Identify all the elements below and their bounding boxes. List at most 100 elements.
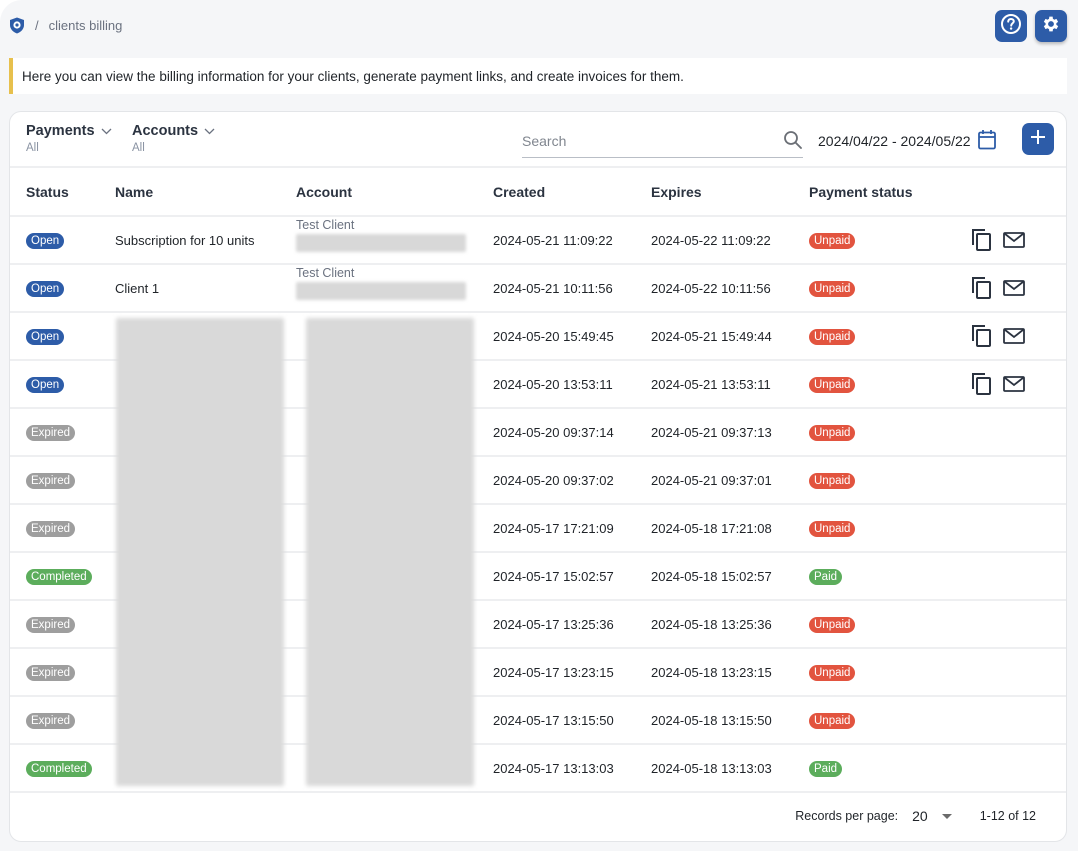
- status-badge: Expired: [26, 616, 75, 633]
- created-cell: 2024-05-21 10:11:56: [493, 264, 651, 313]
- copy-link-icon[interactable]: [971, 324, 993, 348]
- payment-status-badge: Unpaid: [809, 616, 856, 633]
- email-icon[interactable]: [1003, 328, 1025, 344]
- toolbar: Payments All Accounts All Search 2024/04…: [10, 112, 1066, 168]
- table-row[interactable]: Open Client 1 Test Client 2024-05-21 10:11:…: [10, 264, 1066, 313]
- accounts-filter-label: Accounts: [132, 123, 199, 139]
- billing-card: Payments All Accounts All Search 2024/04…: [9, 111, 1067, 842]
- column-header-created[interactable]: Created: [493, 168, 651, 217]
- status-badge: Expired: [26, 472, 75, 489]
- expires-cell: 2024-05-18 13:25:36: [651, 600, 809, 649]
- chevron-down-icon: [101, 123, 112, 139]
- breadcrumb: / clients billing: [9, 17, 122, 34]
- created-cell: 2024-05-17 13:23:15: [493, 648, 651, 697]
- date-range-picker[interactable]: 2024/04/22 - 2024/05/22: [818, 129, 997, 153]
- expires-cell: 2024-05-21 13:53:11: [651, 360, 809, 409]
- calendar-icon: [977, 129, 997, 153]
- copy-link-icon[interactable]: [971, 228, 993, 252]
- accounts-filter[interactable]: Accounts All: [132, 123, 215, 154]
- payment-status-badge: Unpaid: [809, 712, 856, 729]
- accounts-filter-value: All: [132, 142, 145, 154]
- actions-cell: [959, 744, 1066, 793]
- info-text: Here you can view the billing informatio…: [22, 68, 684, 84]
- copy-link-icon[interactable]: [971, 276, 993, 300]
- actions-cell: [959, 696, 1066, 745]
- actions-cell: [959, 600, 1066, 649]
- breadcrumb-current: clients billing: [48, 18, 123, 33]
- account-cell: Test Client: [296, 264, 493, 313]
- payment-status-badge: Unpaid: [809, 664, 856, 681]
- redacted-account-detail: [296, 282, 466, 300]
- actions-cell: [959, 216, 1066, 265]
- search-input[interactable]: [522, 125, 772, 156]
- settings-button[interactable]: [1035, 10, 1067, 42]
- status-badge: Completed: [26, 760, 92, 777]
- payment-status-badge: Unpaid: [809, 424, 856, 441]
- status-badge: Open: [26, 328, 65, 345]
- add-button[interactable]: [1022, 123, 1054, 155]
- records-per-page-select[interactable]: 20: [912, 808, 952, 824]
- breadcrumb-separator: /: [35, 18, 39, 33]
- status-badge: Expired: [26, 664, 75, 681]
- actions-cell: [959, 504, 1066, 553]
- payments-filter-value: All: [26, 142, 39, 154]
- created-cell: 2024-05-20 13:53:11: [493, 360, 651, 409]
- records-per-page-label: Records per page:: [795, 809, 899, 823]
- pagination-footer: Records per page: 20 1-12 of 12: [10, 791, 1066, 841]
- redacted-account-detail: [296, 234, 466, 252]
- column-header-name[interactable]: Name: [115, 168, 296, 217]
- date-range-value: 2024/04/22 - 2024/05/22: [818, 133, 971, 149]
- top-bar: / clients billing: [0, 0, 1078, 52]
- actions-cell: [959, 456, 1066, 505]
- gear-icon: [1041, 14, 1061, 39]
- expires-cell: 2024-05-22 11:09:22: [651, 216, 809, 265]
- column-header-status[interactable]: Status: [10, 168, 115, 217]
- payments-filter[interactable]: Payments All: [26, 123, 112, 154]
- expires-cell: 2024-05-18 15:02:57: [651, 552, 809, 601]
- status-badge: Expired: [26, 520, 75, 537]
- payment-status-badge: Unpaid: [809, 520, 856, 537]
- created-cell: 2024-05-21 11:09:22: [493, 216, 651, 265]
- account-name: Test Client: [296, 266, 355, 280]
- created-cell: 2024-05-17 13:13:03: [493, 744, 651, 793]
- status-badge: Open: [26, 376, 65, 393]
- table-row[interactable]: Open Subscription for 10 units Test Client…: [10, 216, 1066, 265]
- status-badge: Open: [26, 232, 65, 249]
- actions-cell: [959, 408, 1066, 457]
- payment-status-badge: Unpaid: [809, 280, 856, 297]
- account-name: Test Client: [296, 218, 355, 232]
- shield-logo-icon[interactable]: [9, 17, 25, 34]
- plus-icon: [1030, 129, 1046, 150]
- column-header-account[interactable]: Account: [296, 168, 493, 217]
- created-cell: 2024-05-17 13:15:50: [493, 696, 651, 745]
- copy-link-icon[interactable]: [971, 372, 993, 396]
- payment-status-badge: Unpaid: [809, 328, 856, 345]
- actions-cell: [959, 312, 1066, 361]
- payment-status-badge: Unpaid: [809, 376, 856, 393]
- expires-cell: 2024-05-22 10:11:56: [651, 264, 809, 313]
- payment-status-badge: Unpaid: [809, 232, 856, 249]
- created-cell: 2024-05-17 13:25:36: [493, 600, 651, 649]
- actions-cell: [959, 552, 1066, 601]
- redacted-account-region: [306, 318, 474, 786]
- email-icon[interactable]: [1003, 232, 1025, 248]
- status-badge: Expired: [26, 712, 75, 729]
- help-circle-icon: [1000, 13, 1022, 40]
- column-header-payment-status[interactable]: Payment status: [809, 168, 959, 217]
- name-cell: Client 1: [115, 264, 296, 313]
- payments-filter-label: Payments: [26, 123, 95, 139]
- name-cell: Subscription for 10 units: [115, 216, 296, 265]
- page: / clients billing Here you can view the …: [0, 0, 1078, 851]
- expires-cell: 2024-05-18 13:15:50: [651, 696, 809, 745]
- help-button[interactable]: [995, 10, 1027, 42]
- email-icon[interactable]: [1003, 280, 1025, 296]
- status-badge: Expired: [26, 424, 75, 441]
- email-icon[interactable]: [1003, 376, 1025, 392]
- created-cell: 2024-05-20 15:49:45: [493, 312, 651, 361]
- caret-down-icon: [941, 813, 952, 819]
- column-header-expires[interactable]: Expires: [651, 168, 809, 217]
- search-icon[interactable]: [783, 130, 803, 155]
- status-badge: Open: [26, 280, 65, 297]
- actions-cell: [959, 648, 1066, 697]
- actions-cell: [959, 360, 1066, 409]
